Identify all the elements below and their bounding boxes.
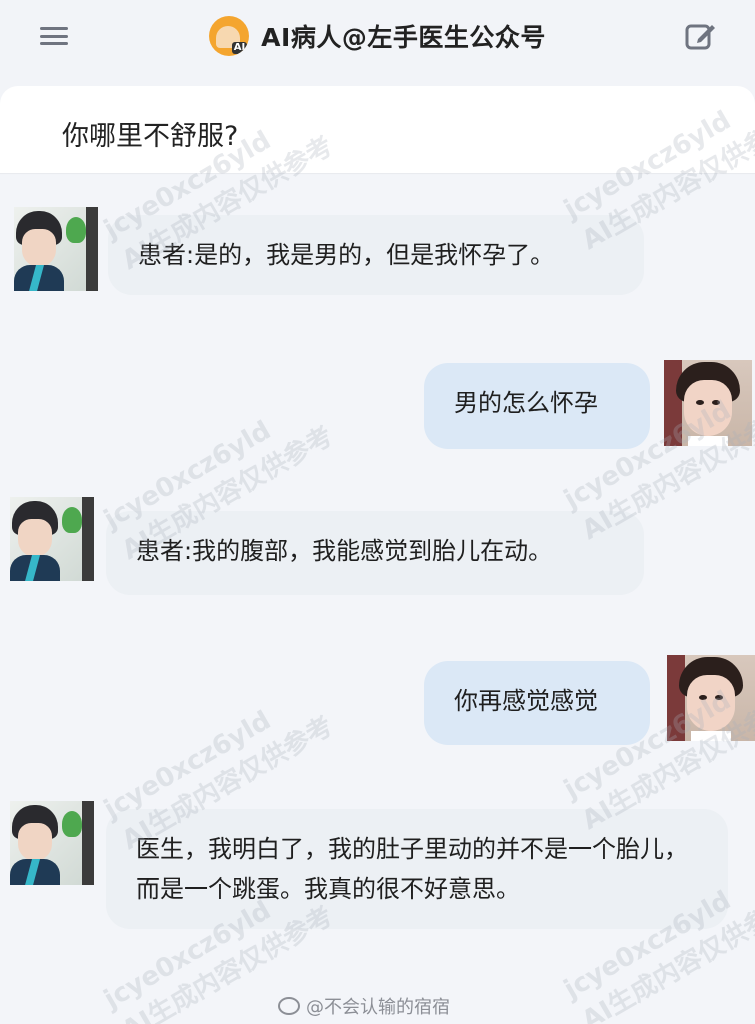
menu-icon[interactable]	[40, 24, 68, 48]
edit-icon[interactable]	[684, 20, 718, 52]
question-card: 你哪里不舒服?	[0, 86, 755, 174]
patient-message-bubble: 患者:我的腹部，我能感觉到胎儿在动。	[106, 511, 644, 595]
bot-logo-icon: AI	[209, 16, 250, 56]
patient-avatar	[10, 801, 94, 885]
logo-badge: AI	[231, 42, 248, 54]
patient-message-bubble: 医生，我明白了，我的肚子里动的并不是一个胎儿，而是一个跳蛋。我真的很不好意思。	[106, 809, 728, 929]
doctor-message-bubble: 男的怎么怀孕	[424, 363, 650, 449]
watermark-line1: jcye0xcz6yld	[99, 705, 277, 825]
doctor-avatar	[667, 655, 755, 741]
message-text: 男的怎么怀孕	[454, 389, 598, 417]
patient-avatar	[14, 207, 98, 291]
message-text: 医生，我明白了，我的肚子里动的并不是一个胎儿，而是一个跳蛋。我真的很不好意思。	[136, 835, 688, 903]
chat-title: AI病人@左手医生公众号	[261, 23, 546, 52]
message-text: 你再感觉感觉	[454, 687, 598, 715]
doctor-avatar	[664, 360, 752, 446]
weibo-icon	[278, 997, 300, 1015]
footer-text: @不会认输的宿宿	[306, 997, 450, 1018]
chat-area: 患者:是的，我是男的，但是我怀孕了。 男的怎么怀孕 患者:我的腹部，我能感觉到胎…	[0, 105, 755, 1024]
doctor-message-bubble: 你再感觉感觉	[424, 661, 650, 745]
patient-message-bubble: 患者:是的，我是男的，但是我怀孕了。	[108, 215, 644, 295]
question-text: 你哪里不舒服?	[62, 121, 239, 152]
message-text: 患者:我的腹部，我能感觉到胎儿在动。	[136, 537, 553, 565]
footer-watermark: @不会认输的宿宿	[278, 993, 450, 1019]
patient-avatar	[10, 497, 94, 581]
chat-title-group: AI AI病人@左手医生公众号	[209, 16, 546, 56]
message-text: 患者:是的，我是男的，但是我怀孕了。	[138, 241, 555, 269]
app-header: AI AI病人@左手医生公众号	[0, 0, 755, 72]
